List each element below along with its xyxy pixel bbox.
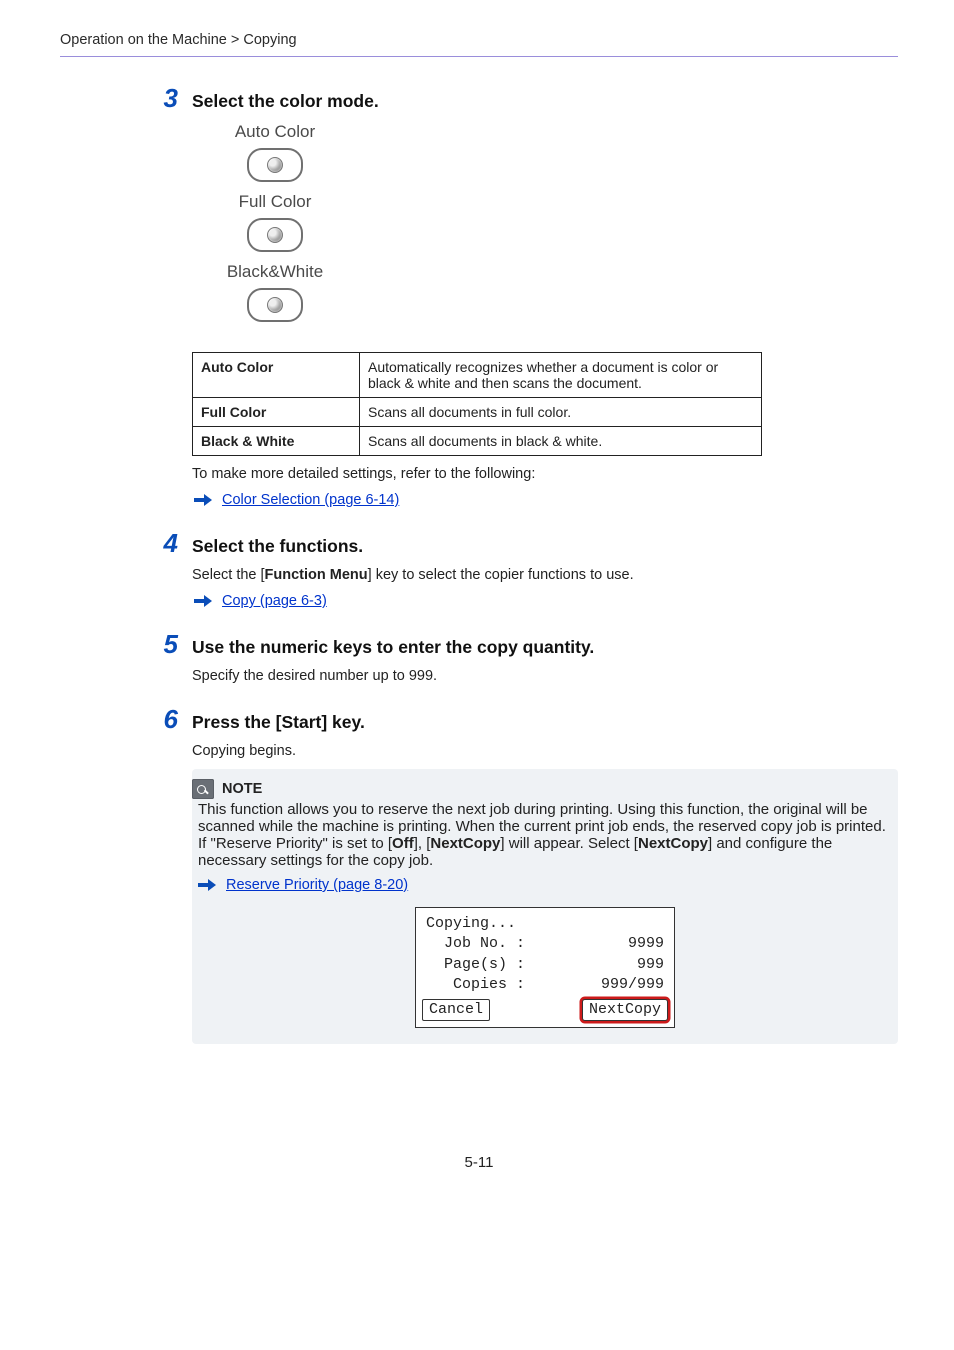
step-3: 3 Select the color mode. Auto Color Full… xyxy=(192,85,898,508)
text: ] key to select the copier functions to … xyxy=(368,567,634,583)
step-title: Select the functions. xyxy=(192,536,363,557)
cell-mode-name: Full Color xyxy=(193,398,360,427)
step-5-header: 5 Use the numeric keys to enter the copy… xyxy=(148,631,898,658)
step-title: Select the color mode. xyxy=(192,91,379,112)
note-box: NOTE This function allows you to reserve… xyxy=(192,769,898,1044)
mode-label-full-color: Full Color xyxy=(210,192,340,212)
table-row: Black & White Scans all documents in bla… xyxy=(193,427,762,456)
copy-link[interactable]: Copy (page 6-3) xyxy=(222,593,327,609)
arrow-icon xyxy=(194,594,212,608)
arrow-icon xyxy=(198,878,216,892)
step-4-body: Select the [Function Menu] key to select… xyxy=(192,567,898,583)
color-selection-link-row: Color Selection (page 6-14) xyxy=(194,492,898,508)
black-white-button[interactable] xyxy=(247,288,303,322)
step-5-body: Specify the desired number up to 999. xyxy=(192,668,898,684)
note-title: NOTE xyxy=(222,781,262,797)
lcd-title: Copying... xyxy=(426,914,516,934)
step-6-body: Copying begins. xyxy=(192,743,898,759)
step-number: 4 xyxy=(148,530,178,556)
cell-mode-desc: Scans all documents in black & white. xyxy=(360,427,762,456)
keyword-nextcopy: NextCopy xyxy=(430,835,500,852)
step-6: 6 Press the [Start] key. Copying begins.… xyxy=(192,706,898,1044)
step-5: 5 Use the numeric keys to enter the copy… xyxy=(192,631,898,684)
lcd-pages-label: Page(s) : xyxy=(426,955,525,975)
step-number: 6 xyxy=(148,706,178,732)
header-divider xyxy=(60,56,898,57)
reserve-priority-link-row: Reserve Priority (page 8-20) xyxy=(194,877,898,893)
lcd-pages-value: 999 xyxy=(637,955,664,975)
arrow-icon xyxy=(194,493,212,507)
note-header: NOTE xyxy=(192,769,898,801)
step-title: Press the [Start] key. xyxy=(192,712,365,733)
cell-mode-desc: Automatically recognizes whether a docum… xyxy=(360,353,762,398)
cell-mode-name: Auto Color xyxy=(193,353,360,398)
note-icon xyxy=(192,779,214,799)
cell-mode-name: Black & White xyxy=(193,427,360,456)
lcd-screen: Copying... Job No. : 9999 Page(s) : 999 Co… xyxy=(415,907,675,1028)
lcd-copies-label: Copies : xyxy=(426,975,525,995)
cell-mode-desc: Scans all documents in full color. xyxy=(360,398,762,427)
table-row: Auto Color Automatically recognizes whet… xyxy=(193,353,762,398)
auto-color-button[interactable] xyxy=(247,148,303,182)
text: ] will appear. Select [ xyxy=(500,835,638,852)
lcd-jobno-value: 9999 xyxy=(628,934,664,954)
step-6-header: 6 Press the [Start] key. xyxy=(148,706,898,733)
full-color-button[interactable] xyxy=(247,218,303,252)
lcd-status: Copying... xyxy=(426,914,664,934)
text: ], [ xyxy=(414,835,431,852)
lcd-copies-value: 999/999 xyxy=(601,975,664,995)
copy-link-row: Copy (page 6-3) xyxy=(194,593,898,609)
lcd-nextcopy-button[interactable]: NextCopy xyxy=(582,999,668,1021)
lcd-copies-row: Copies : 999/999 xyxy=(426,975,664,995)
step-3-header: 3 Select the color mode. xyxy=(148,85,898,112)
color-selection-link[interactable]: Color Selection (page 6-14) xyxy=(222,492,399,508)
keyword-nextcopy: NextCopy xyxy=(638,835,708,852)
document-page: Operation on the Machine > Copying 3 Sel… xyxy=(0,0,954,1191)
page-number: 5-11 xyxy=(60,1154,898,1171)
mode-label-black-white: Black&White xyxy=(210,262,340,282)
breadcrumb: Operation on the Machine > Copying xyxy=(60,32,898,48)
color-mode-panel: Auto Color Full Color Black&White xyxy=(210,122,340,330)
step-number: 5 xyxy=(148,631,178,657)
lcd-jobno-label: Job No. : xyxy=(426,934,525,954)
lcd-pages-row: Page(s) : 999 xyxy=(426,955,664,975)
lcd-cancel-button[interactable]: Cancel xyxy=(422,999,490,1021)
lcd-job-row: Job No. : 9999 xyxy=(426,934,664,954)
function-menu-key: Function Menu xyxy=(265,567,368,583)
table-row: Full Color Scans all documents in full c… xyxy=(193,398,762,427)
reserve-priority-link[interactable]: Reserve Priority (page 8-20) xyxy=(226,877,408,893)
note-body: This function allows you to reserve the … xyxy=(192,801,898,869)
text: Select the [ xyxy=(192,567,265,583)
step-title: Use the numeric keys to enter the copy q… xyxy=(192,637,594,658)
keyword-off: Off xyxy=(392,835,414,852)
step-4-header: 4 Select the functions. xyxy=(148,530,898,557)
step-number: 3 xyxy=(148,85,178,111)
detail-settings-text: To make more detailed settings, refer to… xyxy=(192,466,898,482)
mode-label-auto-color: Auto Color xyxy=(210,122,340,142)
color-mode-table: Auto Color Automatically recognizes whet… xyxy=(192,352,762,456)
step-4: 4 Select the functions. Select the [Func… xyxy=(192,530,898,609)
